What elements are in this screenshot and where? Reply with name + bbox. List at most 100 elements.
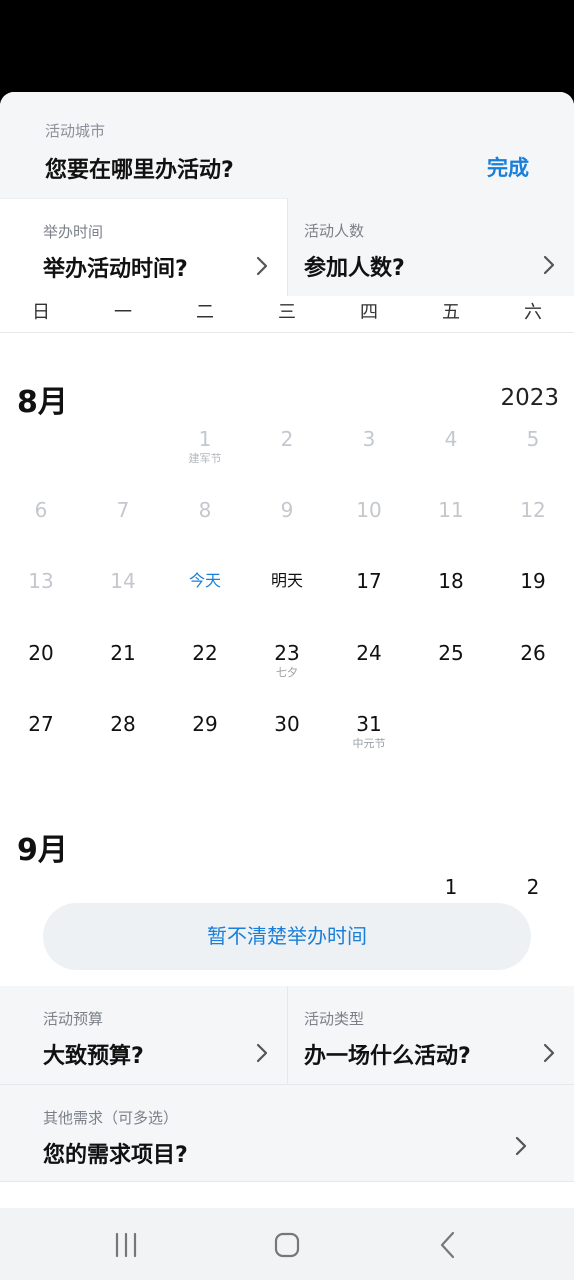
calendar-day[interactable]: 4 bbox=[410, 425, 492, 481]
day-number: 8 bbox=[198, 498, 212, 522]
calendar-day[interactable]: 5 bbox=[492, 425, 574, 481]
system-nav-bar bbox=[0, 1208, 574, 1280]
calendar-day[interactable]: 今天 bbox=[164, 567, 246, 623]
day-number: 2 bbox=[526, 875, 540, 899]
calendar-day[interactable]: 30 bbox=[246, 710, 328, 766]
chevron-right-icon bbox=[542, 254, 556, 276]
day-number: 12 bbox=[520, 498, 546, 522]
calendar-day[interactable]: 21 bbox=[82, 639, 164, 695]
time-people-row: 举办时间 举办活动时间? 活动人数 参加人数? bbox=[0, 198, 574, 296]
day-number: 3 bbox=[362, 427, 376, 451]
day-number: 1 bbox=[444, 875, 458, 899]
calendar-day[interactable]: 25 bbox=[410, 639, 492, 695]
calendar-day[interactable]: 3 bbox=[328, 425, 410, 481]
calendar-day[interactable]: 29 bbox=[164, 710, 246, 766]
day-number: 1 bbox=[198, 427, 212, 451]
back-icon[interactable] bbox=[433, 1230, 463, 1260]
weekday-sat: 六 bbox=[524, 302, 542, 323]
calendar-day[interactable]: 1 建军节 bbox=[164, 425, 246, 481]
time-label: 举办时间 bbox=[43, 223, 104, 241]
calendar-day[interactable]: 28 bbox=[82, 710, 164, 766]
calendar-scroll[interactable]: 8月 2023 9月 1 建军节 2 3 4 5 6 7 8 9 10 11 12 13 14 今天 明天 17 1… bbox=[0, 333, 574, 903]
calendar-day[interactable]: 12 bbox=[492, 496, 574, 552]
calendar-day[interactable]: 1 bbox=[410, 873, 492, 903]
city-value[interactable]: 您要在哪里办活动? bbox=[45, 152, 234, 184]
day-festival-label: 建军节 bbox=[188, 452, 222, 465]
day-number: 5 bbox=[526, 427, 540, 451]
budget-field[interactable]: 活动预算 大致预算? bbox=[0, 986, 287, 1084]
year-label: 2023 bbox=[500, 385, 559, 411]
weekday-sun: 日 bbox=[32, 302, 50, 323]
people-value: 参加人数? bbox=[304, 256, 405, 281]
calendar-day[interactable]: 2 bbox=[246, 425, 328, 481]
calendar-day[interactable]: 27 bbox=[0, 710, 82, 766]
weekday-wed: 三 bbox=[278, 302, 296, 323]
activity-form-sheet: 活动城市 您要在哪里办活动? 完成 举办时间 举办活动时间? 活动人数 参加人数… bbox=[0, 92, 574, 1280]
day-number: 11 bbox=[438, 498, 464, 522]
month-title-september: 9月 bbox=[17, 833, 68, 868]
type-field[interactable]: 活动类型 办一场什么活动? bbox=[287, 986, 574, 1084]
day-number: 9 bbox=[280, 498, 294, 522]
calendar-day[interactable]: 7 bbox=[82, 496, 164, 552]
city-label: 活动城市 bbox=[45, 122, 106, 140]
calendar-day[interactable]: 23 七夕 bbox=[246, 639, 328, 695]
calendar-day[interactable]: 19 bbox=[492, 567, 574, 623]
calendar-day[interactable]: 20 bbox=[0, 639, 82, 695]
city-field[interactable]: 活动城市 您要在哪里办活动? 完成 bbox=[0, 92, 574, 198]
time-field[interactable]: 举办时间 举办活动时间? bbox=[0, 198, 287, 296]
calendar-day[interactable]: 14 bbox=[82, 567, 164, 623]
type-label: 活动类型 bbox=[304, 1010, 365, 1028]
weekday-tue: 二 bbox=[196, 302, 214, 323]
chevron-right-icon bbox=[514, 1135, 528, 1157]
day-number: 明天 bbox=[270, 571, 303, 590]
calendar-day[interactable]: 13 bbox=[0, 567, 82, 623]
type-value: 办一场什么活动? bbox=[304, 1044, 471, 1069]
day-number: 10 bbox=[356, 498, 382, 522]
people-label: 活动人数 bbox=[304, 222, 365, 240]
time-value: 举办活动时间? bbox=[43, 257, 188, 282]
day-number: 4 bbox=[444, 427, 458, 451]
other-value: 您的需求项目? bbox=[43, 1143, 188, 1168]
day-number: 6 bbox=[34, 498, 48, 522]
day-number: 26 bbox=[520, 641, 546, 665]
month-title-august: 8月 bbox=[17, 385, 68, 420]
calendar-day[interactable]: 10 bbox=[328, 496, 410, 552]
calendar-day[interactable]: 26 bbox=[492, 639, 574, 695]
day-number: 27 bbox=[28, 712, 54, 736]
calendar-day[interactable]: 6 bbox=[0, 496, 82, 552]
status-bar bbox=[0, 0, 574, 92]
recent-apps-icon[interactable] bbox=[111, 1230, 141, 1260]
day-number: 13 bbox=[28, 569, 54, 593]
done-button[interactable]: 完成 bbox=[487, 152, 529, 182]
calendar-day[interactable]: 9 bbox=[246, 496, 328, 552]
day-number: 24 bbox=[356, 641, 382, 665]
calendar-day[interactable]: 8 bbox=[164, 496, 246, 552]
calendar-day[interactable]: 18 bbox=[410, 567, 492, 623]
other-needs-field[interactable]: 其他需求（可多选） 您的需求项目? bbox=[0, 1084, 574, 1182]
calendar-day[interactable]: 17 bbox=[328, 567, 410, 623]
day-number: 18 bbox=[438, 569, 464, 593]
unsure-time-button[interactable]: 暂不清楚举办时间 bbox=[43, 903, 531, 970]
chevron-right-icon bbox=[542, 1042, 556, 1064]
home-icon[interactable] bbox=[272, 1230, 302, 1260]
calendar-day[interactable]: 2 bbox=[492, 873, 574, 903]
chevron-right-icon bbox=[255, 255, 269, 277]
day-festival-label: 七夕 bbox=[276, 666, 298, 679]
calendar-day[interactable]: 24 bbox=[328, 639, 410, 695]
weekday-mon: 一 bbox=[114, 302, 132, 323]
day-number: 17 bbox=[356, 569, 382, 593]
day-number: 今天 bbox=[188, 571, 221, 590]
people-field[interactable]: 活动人数 参加人数? bbox=[287, 198, 574, 296]
calendar-day[interactable]: 明天 bbox=[246, 567, 328, 623]
day-number: 30 bbox=[274, 712, 300, 736]
day-number: 23 bbox=[274, 641, 300, 665]
weekday-thu: 四 bbox=[360, 302, 378, 323]
weekday-header: 日 一 二 三 四 五 六 bbox=[0, 296, 574, 333]
day-number: 31 bbox=[356, 712, 382, 736]
calendar-day[interactable]: 22 bbox=[164, 639, 246, 695]
calendar-day[interactable]: 11 bbox=[410, 496, 492, 552]
day-number: 7 bbox=[116, 498, 130, 522]
other-label: 其他需求（可多选） bbox=[43, 1109, 179, 1127]
day-number: 21 bbox=[110, 641, 136, 665]
calendar-day[interactable]: 31 中元节 bbox=[328, 710, 410, 766]
